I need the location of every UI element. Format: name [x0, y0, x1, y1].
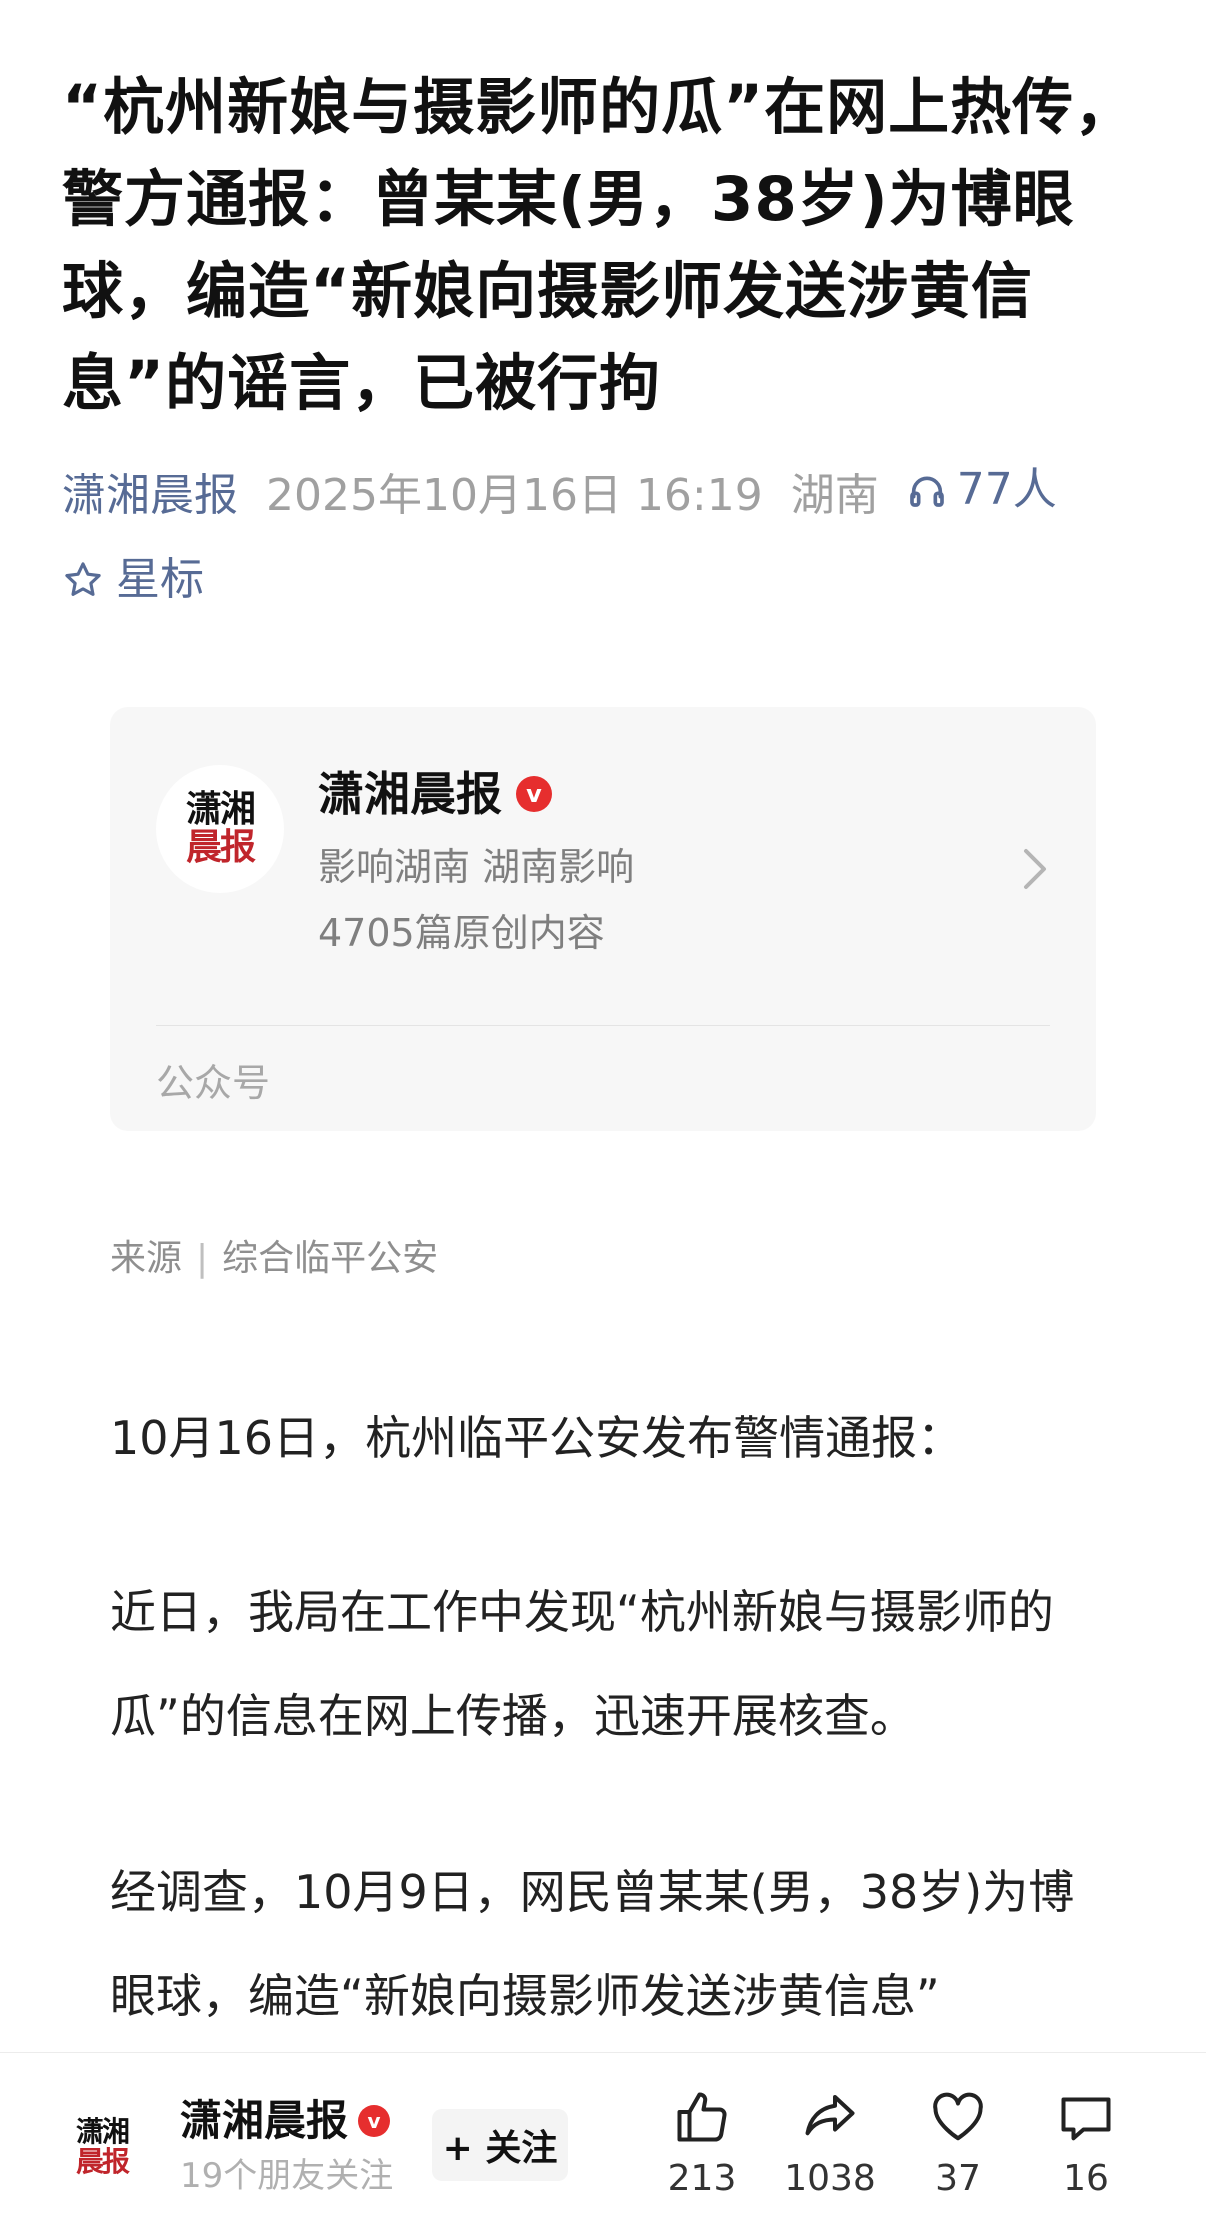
heart-icon — [933, 2092, 983, 2141]
share-button[interactable]: 1038 — [775, 2087, 885, 2203]
bottom-bar: 潇湘 晨报 潇湘晨报 v 19个朋友关注 + 关注 213 1038 37 16 — [0, 2052, 1206, 2217]
account-logo-small[interactable]: 潇湘 晨报 — [62, 2107, 142, 2187]
share-count: 1038 — [784, 2158, 876, 2199]
source-credit: 来源 | 综合临平公安 — [110, 1238, 439, 1279]
favorite-button[interactable]: 37 — [903, 2087, 1013, 2203]
favorite-count: 37 — [935, 2158, 981, 2199]
account-name: 潇湘晨报 v — [318, 763, 552, 825]
comment-count: 16 — [1063, 2158, 1109, 2199]
original-count: 4705篇原创内容 — [318, 911, 605, 955]
listen-button[interactable]: 77人 — [907, 460, 1057, 520]
listener-count: 77人 — [956, 464, 1057, 515]
star-icon — [65, 562, 101, 596]
like-count: 213 — [667, 2158, 737, 2199]
paragraph: 近日，我局在工作中发现“杭州新娘与摄影师的瓜”的信息在网上传播，迅速开展核查。 — [110, 1585, 1054, 1743]
account-card[interactable]: 潇湘 晨报 潇湘晨报 v 影响湖南 湖南影响 4705篇原创内容 公众号 — [110, 707, 1096, 1131]
headphones-icon — [909, 476, 944, 507]
account-logo: 潇湘 晨报 — [156, 765, 284, 893]
card-divider — [156, 1025, 1050, 1026]
account-slogan: 影响湖南 湖南影响 — [318, 845, 635, 889]
verified-badge-icon: v — [516, 776, 552, 812]
publish-datetime: 2025年10月16日 16:19 — [266, 470, 763, 521]
friends-following: 19个朋友关注 — [180, 2156, 394, 2196]
region-label: 湖南 — [790, 470, 879, 521]
comment-icon — [1061, 2097, 1111, 2141]
paragraph: 10月16日，杭州临平公安发布警情通报： — [110, 1411, 964, 1465]
article-title: “杭州新娘与摄影师的瓜”在网上热传，警方通报：曾某某(男，38岁)为博眼球，编造… — [62, 72, 1137, 419]
star-label: 星标 — [116, 554, 204, 605]
comment-button[interactable]: 16 — [1031, 2087, 1141, 2203]
article-meta: 潇湘晨报 2025年10月16日 16:19 湖南 77人 — [62, 460, 1162, 526]
chevron-right-icon — [1024, 849, 1046, 889]
follow-button[interactable]: + 关注 — [432, 2109, 568, 2181]
verified-badge-icon: v — [358, 2105, 391, 2137]
star-button[interactable]: 星标 — [62, 550, 204, 610]
paragraph: 经调查，10月9日，网民曾某某(男，38岁)为博眼球，编造“新娘向摄影师发送涉黄… — [110, 1865, 1075, 2023]
like-button[interactable]: 213 — [647, 2087, 757, 2203]
thumbs-up-icon — [677, 2092, 727, 2142]
share-icon — [805, 2095, 855, 2136]
account-kind: 公众号 — [156, 1061, 271, 1105]
bottom-account-name[interactable]: 潇湘晨报 v — [180, 2093, 391, 2149]
source-link[interactable]: 潇湘晨报 — [62, 470, 238, 521]
